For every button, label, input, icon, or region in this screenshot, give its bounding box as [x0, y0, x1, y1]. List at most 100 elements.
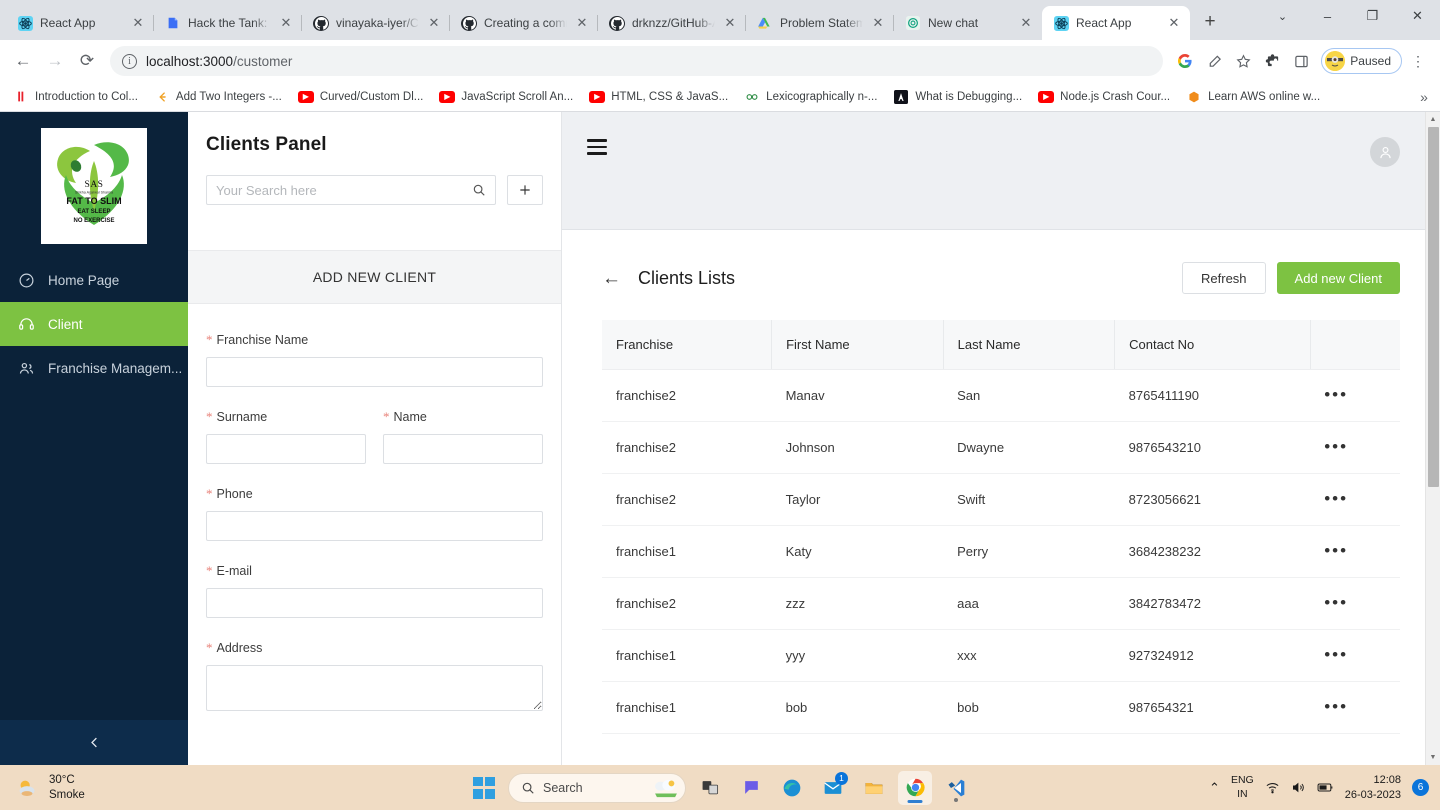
row-menu-icon[interactable]: •••	[1324, 593, 1348, 612]
page-scrollbar[interactable]: ▲ ▼	[1425, 112, 1440, 765]
refresh-button[interactable]: Refresh	[1182, 262, 1266, 294]
share-icon[interactable]	[1200, 47, 1228, 75]
close-window-button[interactable]: ✕	[1395, 0, 1440, 32]
table-row[interactable]: franchise1 bob bob 987654321 •••	[602, 681, 1400, 734]
search-box[interactable]	[206, 175, 496, 205]
user-avatar[interactable]	[1370, 137, 1400, 167]
row-menu-icon[interactable]: •••	[1324, 489, 1348, 508]
browser-tab[interactable]: New chat ✕	[894, 6, 1042, 40]
row-menu-icon[interactable]: •••	[1324, 697, 1348, 716]
bookmark-item[interactable]: ▶ Curved/Custom Dl...	[291, 86, 431, 108]
tab-close-icon[interactable]: ✕	[426, 15, 442, 31]
sidebar-collapse-button[interactable]	[0, 720, 188, 765]
sidebar-item-client[interactable]: Client	[0, 302, 188, 346]
name-input[interactable]	[383, 434, 543, 464]
table-row[interactable]: franchise2 Manav San 8765411190 •••	[602, 369, 1400, 422]
google-g-icon[interactable]	[1171, 47, 1199, 75]
minimize-button[interactable]: –	[1305, 0, 1350, 32]
tab-close-icon[interactable]: ✕	[1166, 15, 1182, 31]
chat-button[interactable]	[734, 771, 768, 805]
scrollbar-thumb[interactable]	[1428, 127, 1439, 487]
wifi-icon[interactable]	[1265, 780, 1280, 795]
task-view-button[interactable]	[693, 771, 727, 805]
back-icon[interactable]: ←	[8, 46, 38, 76]
browser-tab[interactable]: React App ✕	[6, 6, 154, 40]
column-header-contact-no[interactable]: Contact No	[1114, 320, 1311, 370]
profile-chip[interactable]: Paused	[1321, 48, 1402, 74]
browser-tab-active[interactable]: React App ✕	[1042, 6, 1190, 40]
bookmarks-overflow-icon[interactable]: »	[1414, 89, 1434, 105]
table-row[interactable]: franchise2 Johnson Dwayne 9876543210 •••	[602, 421, 1400, 474]
email-input[interactable]	[206, 588, 543, 618]
edge-button[interactable]	[775, 771, 809, 805]
sidebar-item-franchise-management[interactable]: Franchise Managem...	[0, 346, 188, 390]
hamburger-icon[interactable]	[587, 139, 607, 155]
start-button[interactable]	[467, 771, 501, 805]
bookmark-item[interactable]: Introduction to Col...	[6, 86, 145, 108]
table-row[interactable]: franchise2 Taylor Swift 8723056621 •••	[602, 473, 1400, 526]
volume-icon[interactable]	[1291, 780, 1306, 795]
address-bar[interactable]: i localhost:3000/customer	[110, 46, 1164, 76]
back-arrow-icon[interactable]: ←	[602, 269, 621, 288]
vscode-button[interactable]	[939, 771, 973, 805]
tab-close-icon[interactable]: ✕	[722, 15, 738, 31]
browser-tab[interactable]: Problem Stateme ✕	[746, 6, 894, 40]
row-menu-icon[interactable]: •••	[1324, 645, 1348, 664]
info-circle-icon[interactable]: i	[122, 53, 137, 69]
new-tab-button[interactable]: +	[1196, 8, 1224, 36]
mail-button[interactable]: 1	[816, 771, 850, 805]
side-panel-icon[interactable]	[1287, 47, 1315, 75]
tab-close-icon[interactable]: ✕	[870, 15, 886, 31]
bookmark-item[interactable]: What is Debugging...	[886, 86, 1029, 108]
franchise-name-input[interactable]	[206, 357, 543, 387]
surname-input[interactable]	[206, 434, 366, 464]
table-row[interactable]: franchise1 Katy Perry 3684238232 •••	[602, 525, 1400, 578]
chrome-button[interactable]	[898, 770, 932, 805]
file-explorer-button[interactable]	[857, 771, 891, 805]
tab-close-icon[interactable]: ✕	[278, 15, 294, 31]
taskbar-search[interactable]: Search	[508, 772, 686, 803]
row-menu-icon[interactable]: •••	[1324, 385, 1348, 404]
tab-close-icon[interactable]: ✕	[574, 15, 590, 31]
address-input[interactable]	[206, 665, 543, 711]
sidebar-item-home-page[interactable]: Home Page	[0, 258, 188, 302]
browser-tab[interactable]: Creating a comm ✕	[450, 6, 598, 40]
tray-overflow-icon[interactable]: ⌃	[1209, 780, 1220, 796]
row-menu-icon[interactable]: •••	[1324, 541, 1348, 560]
star-icon[interactable]	[1229, 47, 1257, 75]
language-indicator[interactable]: ENG IN	[1231, 774, 1254, 801]
extensions-icon[interactable]	[1258, 47, 1286, 75]
tab-close-icon[interactable]: ✕	[1018, 15, 1034, 31]
tab-close-icon[interactable]: ✕	[130, 15, 146, 31]
column-header-last-name[interactable]: Last Name	[942, 320, 1115, 370]
maximize-button[interactable]: ❐	[1350, 0, 1395, 32]
search-input[interactable]	[216, 182, 472, 198]
tab-search-icon[interactable]: ⌄	[1260, 0, 1305, 32]
bookmark-item[interactable]: ▶ Node.js Crash Cour...	[1031, 86, 1177, 108]
row-menu-icon[interactable]: •••	[1324, 437, 1348, 456]
search-icon[interactable]	[472, 183, 486, 197]
phone-input[interactable]	[206, 511, 543, 541]
taskbar-weather-widget[interactable]: 30°C Smoke	[0, 773, 85, 802]
bookmark-item[interactable]: Learn AWS online w...	[1179, 86, 1327, 108]
bookmark-item[interactable]: Add Two Integers -...	[147, 86, 289, 108]
column-header-franchise[interactable]: Franchise	[602, 320, 772, 370]
forward-icon[interactable]: →	[40, 46, 70, 76]
taskbar-clock[interactable]: 12:08 26-03-2023	[1345, 773, 1401, 803]
notification-badge[interactable]: 6	[1412, 779, 1429, 796]
battery-icon[interactable]	[1317, 781, 1334, 794]
browser-tab[interactable]: drknzz/GitHub-A ✕	[598, 6, 746, 40]
reload-icon[interactable]: ⟳	[72, 46, 102, 76]
table-row[interactable]: franchise1 yyy xxx 927324912 •••	[602, 629, 1400, 682]
browser-tab[interactable]: vinayaka-iyer/Cip ✕	[302, 6, 450, 40]
browser-tab[interactable]: Hack the Tank: Da ✕	[154, 6, 302, 40]
table-row[interactable]: franchise2 zzz aaa 3842783472 •••	[602, 577, 1400, 630]
bookmark-item[interactable]: ▶ HTML, CSS & JavaS...	[582, 86, 735, 108]
scroll-down-icon[interactable]: ▼	[1426, 750, 1440, 765]
add-new-client-button[interactable]: Add new Client	[1276, 262, 1400, 294]
add-client-plus-button[interactable]	[507, 175, 543, 205]
browser-menu-icon[interactable]: ⋮	[1404, 47, 1432, 75]
scroll-up-icon[interactable]: ▲	[1426, 112, 1440, 127]
bookmark-item[interactable]: ▶ JavaScript Scroll An...	[432, 86, 580, 108]
column-header-first-name[interactable]: First Name	[771, 320, 944, 370]
